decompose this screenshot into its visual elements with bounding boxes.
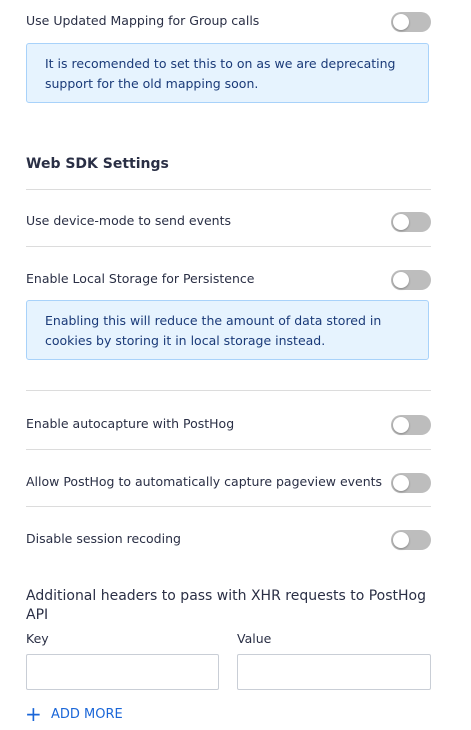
divider [26,449,431,450]
divider [26,189,431,190]
section-title: Web SDK Settings [26,156,169,172]
local-storage-label: Enable Local Storage for Persistence [26,271,255,286]
group-mapping-toggle[interactable] [391,12,431,32]
key-label: Key [26,631,49,646]
autocapture-toggle[interactable] [391,415,431,435]
group-mapping-label: Use Updated Mapping for Group calls [26,13,260,28]
add-more-label: ADD MORE [51,706,123,722]
add-more-button[interactable]: + ADD MORE [25,704,123,724]
divider [26,506,431,507]
pageview-toggle[interactable] [391,473,431,493]
divider [26,390,431,391]
session-toggle[interactable] [391,530,431,550]
session-label: Disable session recoding [26,531,181,546]
divider [26,246,431,247]
value-label: Value [237,631,272,646]
device-mode-label: Use device-mode to send events [26,213,231,228]
headers-title: Additional headers to pass with XHR requ… [26,588,426,623]
autocapture-label: Enable autocapture with PostHog [26,416,235,431]
local-storage-toggle[interactable] [391,270,431,290]
group-mapping-info: It is recomended to set this to on as we… [26,43,429,103]
value-input[interactable] [237,654,431,690]
local-storage-info: Enabling this will reduce the amount of … [26,300,429,360]
pageview-label: Allow PostHog to automatically capture p… [26,474,383,489]
plus-icon: + [25,702,42,726]
key-input[interactable] [26,654,219,690]
device-mode-toggle[interactable] [391,212,431,232]
